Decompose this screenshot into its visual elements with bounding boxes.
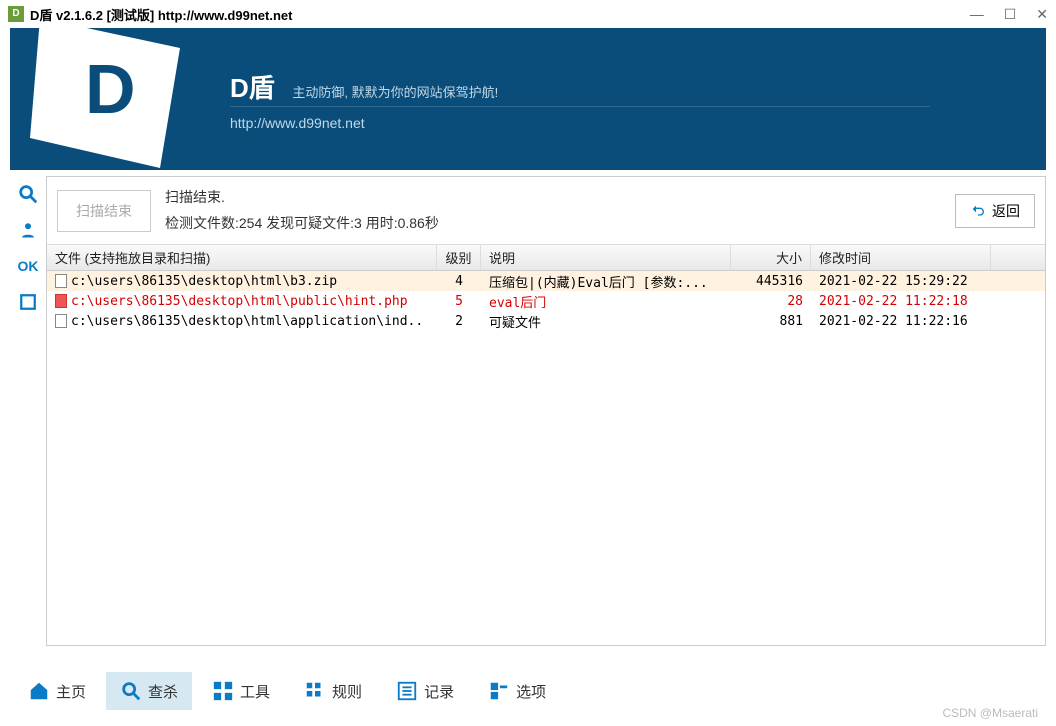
scan-finished-button[interactable]: 扫描结束 <box>57 190 151 232</box>
cell-desc: eval后门 <box>481 291 731 311</box>
col-file[interactable]: 文件 (支持拖放目录和扫描) <box>47 245 437 270</box>
cell-time: 2021-02-22 11:22:18 <box>811 291 991 311</box>
cell-file: c:\users\86135\desktop\html\application\… <box>71 314 423 329</box>
main-panel: 扫描结束 扫描结束. 检测文件数:254 发现可疑文件:3 用时:0.86秒 返… <box>46 176 1046 646</box>
cell-desc: 压缩包|(内藏)Eval后门 [参数:... <box>481 271 731 291</box>
cell-time: 2021-02-22 11:22:16 <box>811 311 991 331</box>
titlebar: D D盾 v2.1.6.2 [测试版] http://www.d99net.ne… <box>0 0 1056 28</box>
window-title: D盾 v2.1.6.2 [测试版] http://www.d99net.net <box>30 5 292 24</box>
square-icon[interactable] <box>16 290 40 314</box>
nav-scan[interactable]: 查杀 <box>106 672 192 710</box>
list-icon <box>396 680 418 702</box>
person-icon[interactable] <box>16 218 40 242</box>
nav-label: 记录 <box>424 681 454 702</box>
search-icon <box>120 680 142 702</box>
nav-label: 选项 <box>516 681 546 702</box>
nav-log[interactable]: 记录 <box>382 672 468 710</box>
table-row[interactable]: c:\users\86135\desktop\html\application\… <box>47 311 1045 331</box>
brand-block: D盾 主动防御, 默默为你的网站保驾护航! <box>230 68 498 105</box>
cell-level: 4 <box>437 271 481 291</box>
cell-file: c:\users\86135\desktop\html\b3.zip <box>71 274 337 289</box>
col-time[interactable]: 修改时间 <box>811 245 991 270</box>
search-icon[interactable] <box>16 182 40 206</box>
cell-time: 2021-02-22 15:29:22 <box>811 271 991 291</box>
banner: D D盾 主动防御, 默默为你的网站保驾护航! http://www.d99ne… <box>10 28 1046 170</box>
nav-tools[interactable]: 工具 <box>198 672 284 710</box>
col-desc[interactable]: 说明 <box>481 245 731 270</box>
table-body: c:\users\86135\desktop\html\b3.zip 4 压缩包… <box>47 271 1045 645</box>
app-icon: D <box>8 6 24 22</box>
nav-rules[interactable]: 规则 <box>290 672 376 710</box>
nav-label: 主页 <box>56 681 86 702</box>
minimize-button[interactable]: — <box>970 6 984 23</box>
nav-label: 规则 <box>332 681 362 702</box>
table-row[interactable]: c:\users\86135\desktop\html\b3.zip 4 压缩包… <box>47 271 1045 291</box>
cell-desc: 可疑文件 <box>481 311 731 331</box>
nav-options[interactable]: 选项 <box>474 672 560 710</box>
nav-label: 查杀 <box>148 681 178 702</box>
window-controls: — ☐ ✕ <box>970 6 1048 23</box>
brand-url: http://www.d99net.net <box>230 106 930 131</box>
close-button[interactable]: ✕ <box>1036 6 1048 23</box>
grid-icon <box>304 680 326 702</box>
back-button[interactable]: 返回 <box>955 194 1035 228</box>
cell-size: 881 <box>731 311 811 331</box>
table-header: 文件 (支持拖放目录和扫描) 级别 说明 大小 修改时间 <box>47 245 1045 271</box>
nav-label: 工具 <box>240 681 270 702</box>
side-toolbar: OK <box>10 176 46 646</box>
cell-size: 445316 <box>731 271 811 291</box>
logo-icon: D <box>30 28 190 170</box>
file-icon <box>55 294 67 308</box>
brand-name: D盾 <box>230 68 275 105</box>
back-label: 返回 <box>992 201 1020 221</box>
cell-file: c:\users\86135\desktop\html\public\hint.… <box>71 294 408 309</box>
file-icon <box>55 314 67 328</box>
table-row[interactable]: c:\users\86135\desktop\html\public\hint.… <box>47 291 1045 311</box>
svg-text:D: D <box>85 50 136 128</box>
ok-icon[interactable]: OK <box>16 254 40 278</box>
status-line1: 扫描结束. <box>165 185 941 210</box>
scan-summary: 扫描结束 扫描结束. 检测文件数:254 发现可疑文件:3 用时:0.86秒 返… <box>47 177 1045 245</box>
brand-slogan: 主动防御, 默默为你的网站保驾护航! <box>292 85 498 100</box>
col-size[interactable]: 大小 <box>731 245 811 270</box>
home-icon <box>28 680 50 702</box>
status-line2: 检测文件数:254 发现可疑文件:3 用时:0.86秒 <box>165 211 941 236</box>
cell-level: 2 <box>437 311 481 331</box>
bottom-nav: 主页 查杀 工具 规则 记录 选项 <box>10 668 1046 714</box>
nav-home[interactable]: 主页 <box>14 672 100 710</box>
undo-icon <box>970 203 986 219</box>
cell-size: 28 <box>731 291 811 311</box>
col-level[interactable]: 级别 <box>437 245 481 270</box>
cell-level: 5 <box>437 291 481 311</box>
status-text: 扫描结束. 检测文件数:254 发现可疑文件:3 用时:0.86秒 <box>165 185 941 235</box>
maximize-button[interactable]: ☐ <box>1004 6 1017 23</box>
file-icon <box>55 274 67 288</box>
options-icon <box>488 680 510 702</box>
watermark: CSDN @Msaerati <box>942 706 1038 720</box>
tools-icon <box>212 680 234 702</box>
